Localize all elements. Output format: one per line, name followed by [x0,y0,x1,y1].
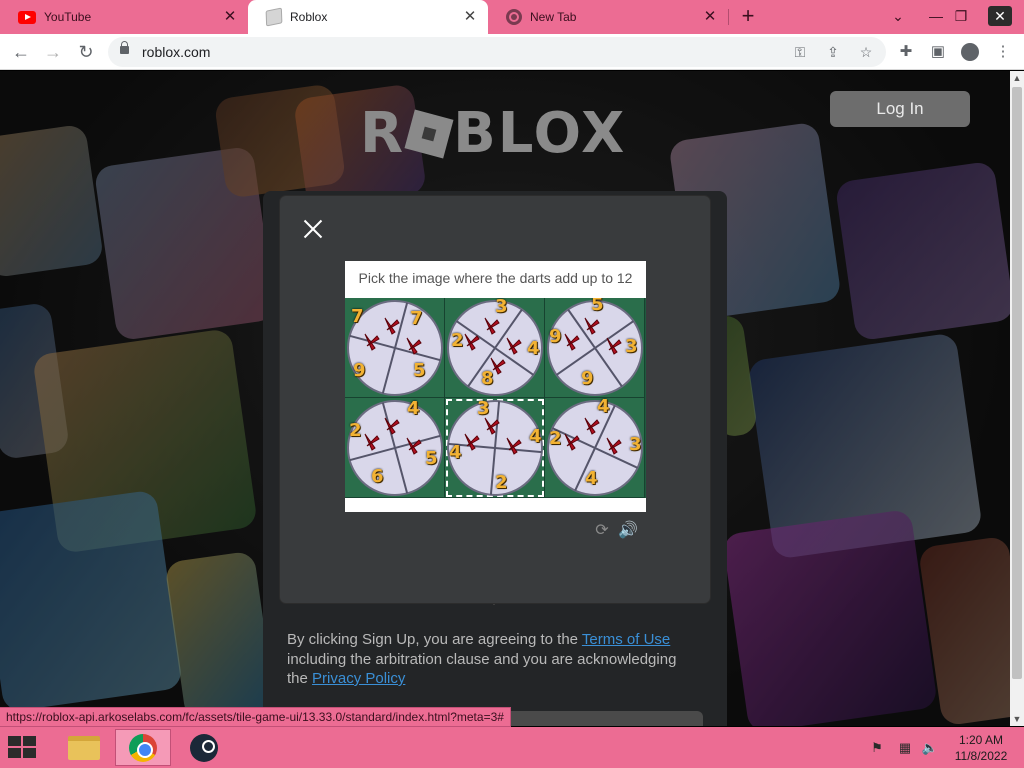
tab-label: New Tab [530,10,577,24]
tab-new-tab[interactable]: New Tab ✕ [488,0,728,34]
dart-score-number: 3 [625,336,638,357]
youtube-icon [18,10,36,24]
dart-score-number: 6 [371,466,384,487]
audio-icon[interactable]: 🔊 [618,521,638,541]
clock-time: 1:20 AM [958,733,1004,747]
windows-taskbar: ⚑ ▦ 🔈 1:20 AM 11/8/2022 [0,727,1024,768]
clock-date: 11/8/2022 [954,749,1008,763]
back-icon[interactable]: ← [9,40,33,64]
dart-score-number: 9 [549,326,562,347]
captcha-tile[interactable]: 5 9 3 9 [545,298,645,398]
reload-icon[interactable]: ↻ [74,40,98,64]
roblox-logo-o-icon [404,109,454,159]
taskbar-file-explorer[interactable] [56,729,112,766]
side-panel-icon[interactable]: ▣ [928,42,948,62]
dart-score-number: 4 [527,338,540,359]
scroll-thumb[interactable] [1012,87,1022,679]
extensions-icon[interactable]: ✚ [896,42,916,62]
restore-button[interactable]: ❐ [948,4,974,28]
tab-roblox[interactable]: Roblox ✕ [248,0,488,34]
privacy-policy-link[interactable]: Privacy Policy [312,670,405,687]
dart-score-number: 4 [449,442,462,463]
captcha-tile[interactable]: 3 4 4 2 [445,398,545,498]
windows-start-icon[interactable] [8,736,38,760]
dart-score-number: 3 [495,298,508,317]
scroll-down-icon[interactable]: ▼ [1010,712,1024,726]
share-icon[interactable]: ⇪ [823,42,843,62]
captcha-controls: ⟳ 🔊 [592,521,642,541]
dart-score-number: 9 [353,360,366,381]
dart-score-number: 2 [549,428,562,449]
action-center-flag-icon[interactable]: ⚑ [868,739,886,757]
dart-score-number: 5 [425,448,438,469]
legal-prefix: By clicking Sign Up, you are agreeing to… [287,631,582,648]
close-tab-icon[interactable]: ✕ [222,9,238,25]
roblox-page: R BLOX Log In By clicking Sign Up, you ar… [0,71,1010,726]
dart-score-number: 7 [351,306,364,327]
new-tab-button[interactable]: + [737,5,759,28]
captcha-box: Pick the image where the darts add up to… [345,261,646,512]
dart-score-number: 5 [413,360,426,381]
captcha-grid: 779532485939246534424234 [345,298,646,498]
dart-score-number: 4 [407,398,420,419]
dart-score-number: 2 [349,420,362,441]
dart-score-number: 2 [495,472,508,493]
close-window-button[interactable]: ✕ [988,6,1012,26]
close-tab-icon[interactable]: ✕ [462,9,478,25]
address-bar[interactable]: roblox.com ⚿ ⇪ ☆ [108,37,886,67]
chrome-icon [129,733,157,762]
dart-score-number: 4 [585,468,598,489]
dart-score-number: 5 [591,298,604,315]
taskbar-clock[interactable]: 1:20 AM 11/8/2022 [948,732,1014,764]
terms-of-use-link[interactable]: Terms of Use [582,631,670,648]
roblox-logo: R BLOX [360,101,627,166]
dart-score-number: 7 [410,308,423,329]
login-button[interactable]: Log In [830,91,970,127]
vertical-scrollbar[interactable]: ▲ ▼ [1010,71,1024,726]
reload-icon[interactable]: ⟳ [592,521,612,541]
tab-label: Roblox [290,10,328,24]
status-url: https://roblox-api.arkoselabs.com/fc/ass… [0,707,511,727]
lock-icon[interactable] [120,41,129,54]
captcha-tile[interactable]: 3 2 4 8 [445,298,545,398]
captcha-prompt: Pick the image where the darts add up to… [358,270,633,286]
close-tab-icon[interactable]: ✕ [702,9,718,25]
captcha-tile[interactable]: 7 7 9 5 [345,298,445,398]
close-icon[interactable] [302,218,324,240]
dart-score-number: 4 [597,398,610,417]
taskbar-steam[interactable] [176,729,232,766]
dart-score-number: 4 [529,426,542,447]
tab-strip: YouTube ✕ Roblox ✕ New Tab ✕ + ⌄ — ❐ ✕ [0,0,1024,34]
tab-separator [728,9,729,25]
captcha-tile[interactable]: 4234 [545,398,645,498]
roblox-icon [265,7,283,27]
bookmark-star-icon[interactable]: ☆ [856,42,876,62]
forward-icon[interactable]: → [41,40,65,64]
steam-icon [190,733,218,762]
key-icon[interactable]: ⚿ [790,42,810,62]
network-icon[interactable]: ▦ [896,739,914,757]
legal-text: By clicking Sign Up, you are agreeing to… [287,630,697,689]
taskbar-chrome[interactable] [115,729,171,766]
tab-youtube[interactable]: YouTube ✕ [0,0,248,34]
dart-score-number: 9 [581,368,594,389]
url-text[interactable]: roblox.com [142,44,210,60]
chrome-icon [506,9,522,25]
tab-search-icon[interactable]: ⌄ [885,4,911,28]
volume-icon[interactable]: 🔈 [921,739,939,757]
dart-score-number: 2 [451,330,464,351]
dart-score-number: 8 [481,368,494,389]
minimize-button[interactable]: — [923,4,949,28]
profile-avatar-icon[interactable] [961,43,979,61]
dart-score-number: 3 [477,398,490,419]
captcha-modal: Pick the image where the darts add up to… [280,196,710,603]
scroll-up-icon[interactable]: ▲ [1010,71,1024,85]
tab-label: YouTube [44,10,92,24]
browser-toolbar: ← → ↻ roblox.com ⚿ ⇪ ☆ ✚ ▣ ⋮ [0,34,1024,70]
dart-score-number: 3 [629,434,642,455]
file-explorer-icon [68,735,100,760]
captcha-tile[interactable]: 2 4 6 5 [345,398,445,498]
menu-kebab-icon[interactable]: ⋮ [993,42,1013,62]
